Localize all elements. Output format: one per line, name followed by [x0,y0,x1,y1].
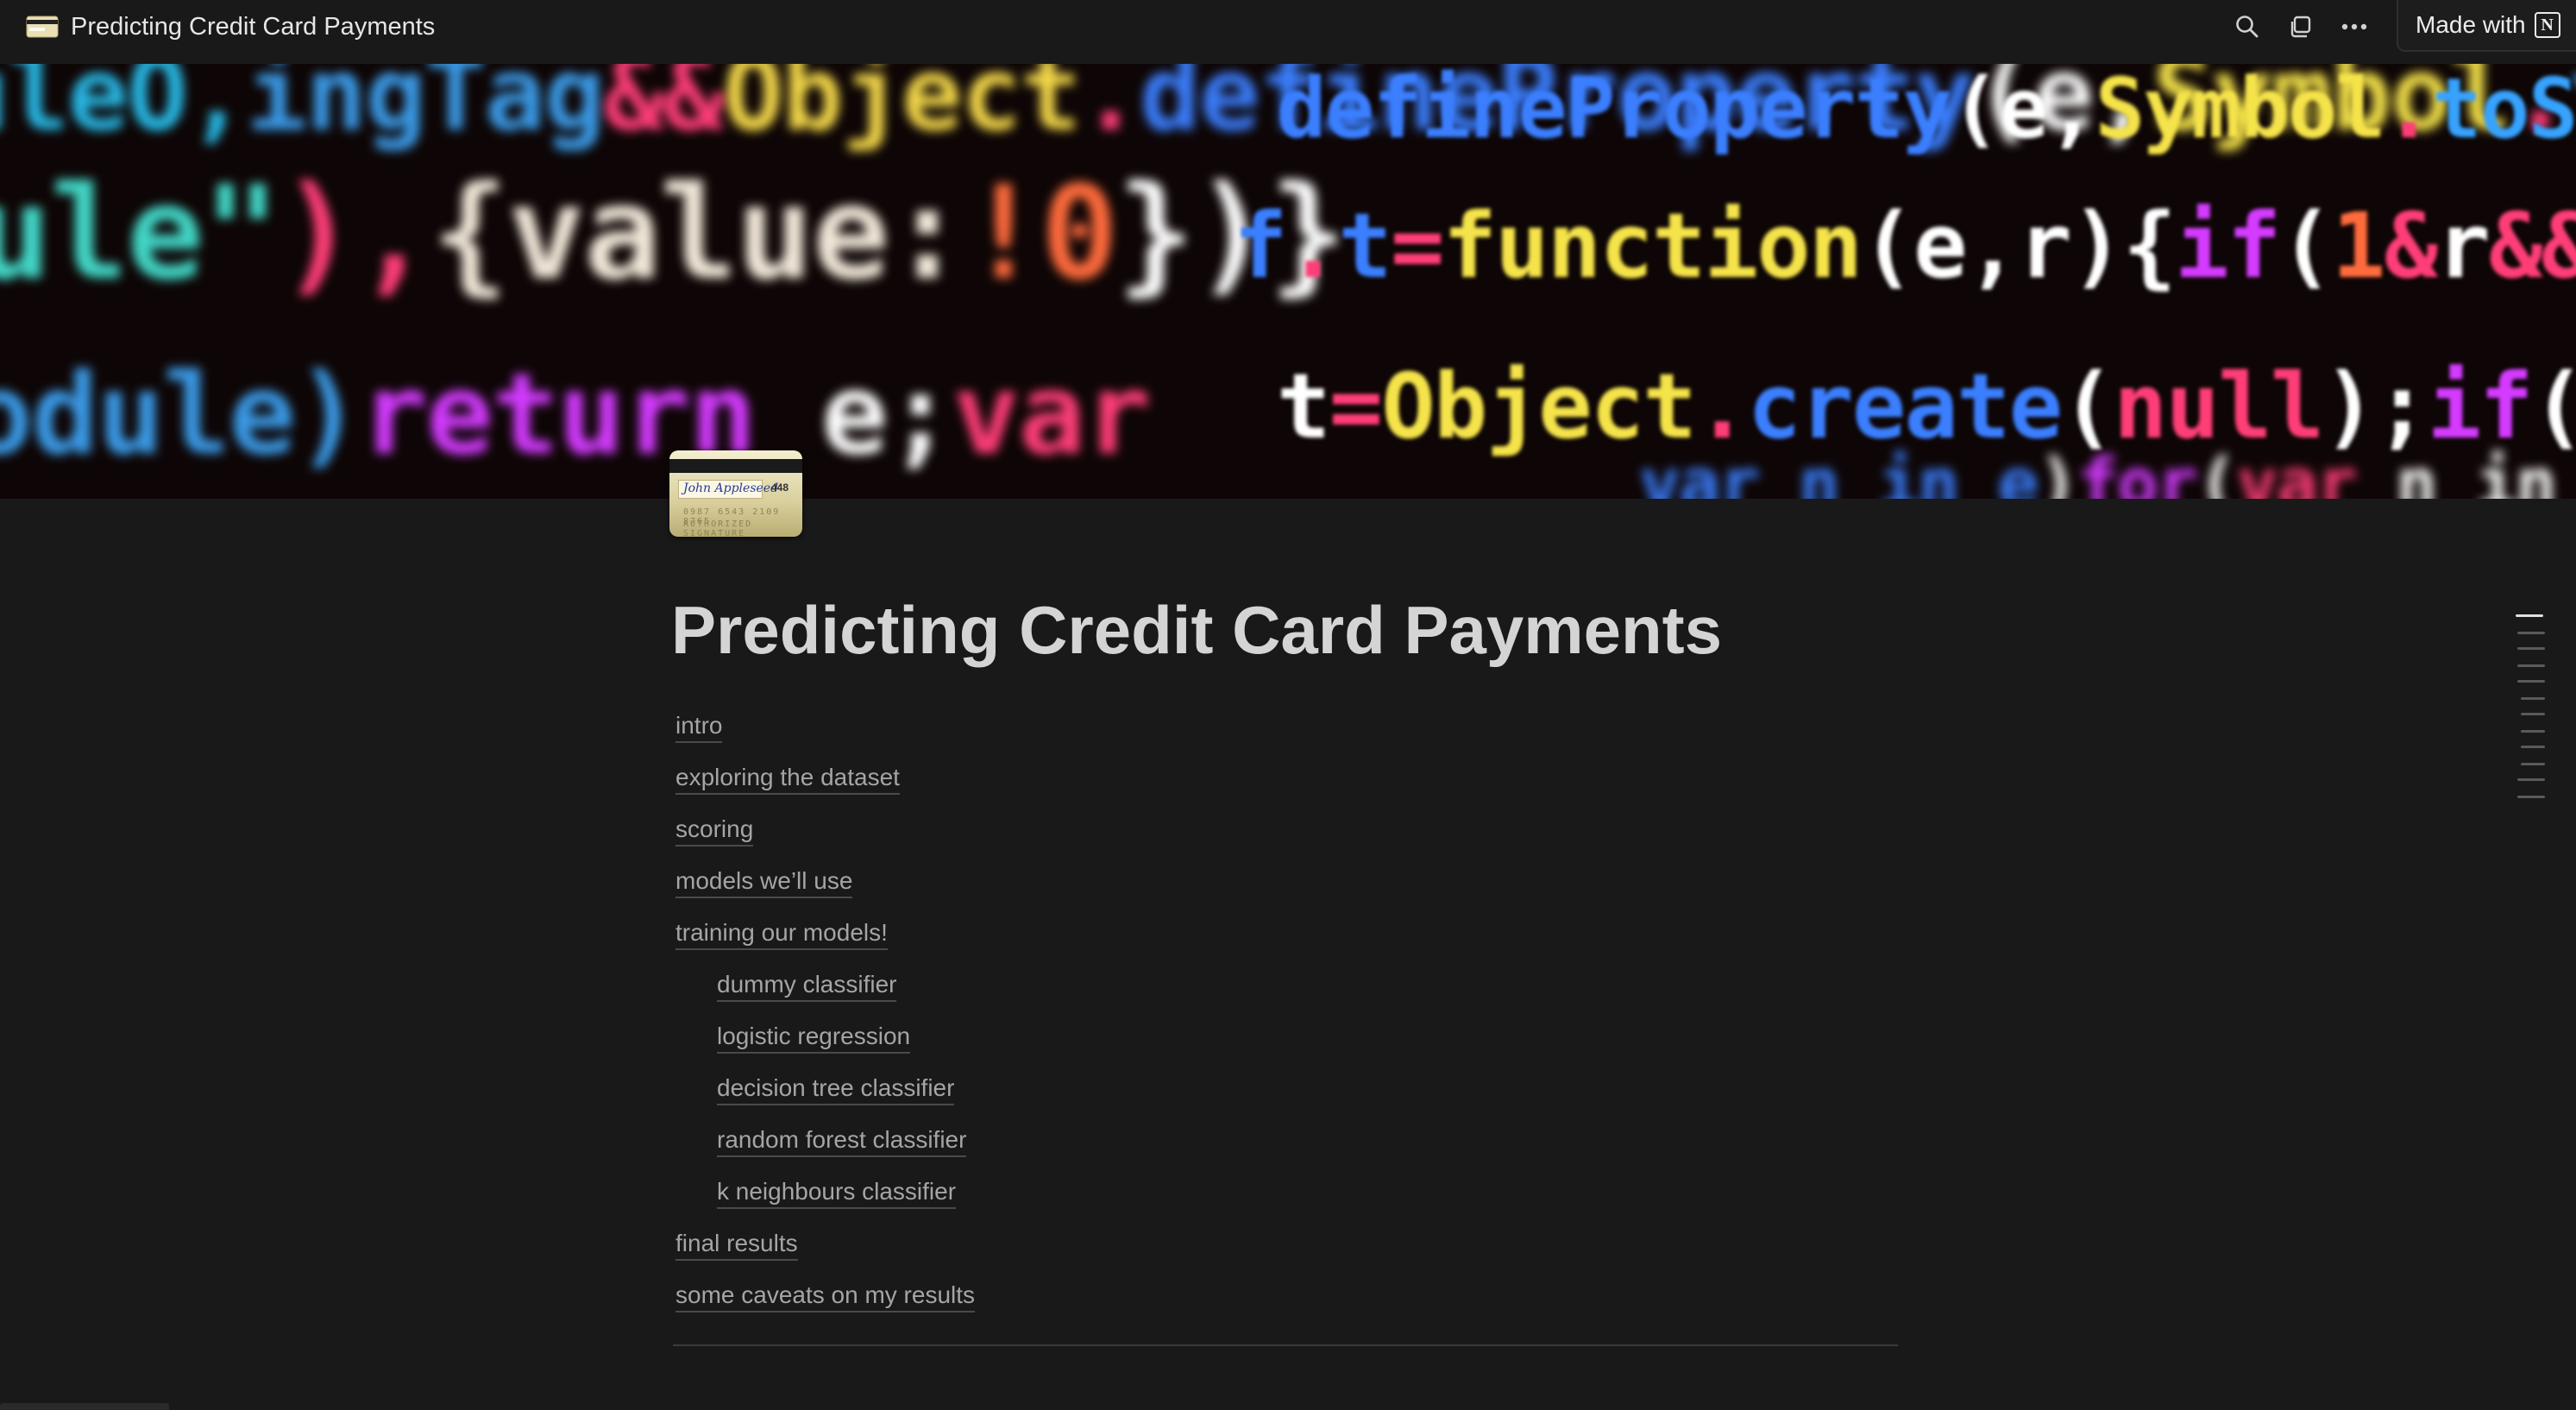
cover-code-line: defineProperty(e,Symbol.toStringTag{valu… [1277,64,2576,157]
cover-code-line: f.t=function(e,r){if(1&r&&(e=f(e)),8&rre… [1234,193,2576,299]
horizontal-scrollbar[interactable] [0,1403,169,1410]
toc-link[interactable]: dummy classifier [717,970,897,1002]
outline-marker[interactable] [2521,713,2545,715]
credit-card-icon [26,16,59,38]
card-caption: AUTHORIZED SIGNATURE [683,519,753,537]
outline-marker[interactable] [2517,778,2545,781]
cover-code-line: odule)return e;var [0,349,1152,480]
outline-marker[interactable] [2517,680,2545,683]
toc-link[interactable]: k neighbours classifier [717,1177,957,1209]
cover-code-line: var n in e)for(var n in e) [1639,444,2576,499]
card-cvv: 448 [771,482,789,494]
toc-link[interactable]: intro [675,711,723,743]
outline-marker[interactable] [2521,730,2545,733]
top-bar: Predicting Credit Card Payments Made wit… [0,0,2576,64]
toc-link[interactable]: scoring [675,815,754,847]
outline-marker[interactable] [2517,664,2545,667]
divider [673,1344,1898,1346]
made-with-notion-button[interactable]: Made with N [2397,0,2576,52]
toc-link[interactable]: exploring the dataset [675,763,900,795]
more-options-icon[interactable] [2334,7,2374,47]
outline-marker[interactable] [2517,796,2545,798]
notion-logo-icon: N [2534,12,2560,38]
toc-link[interactable]: logistic regression [717,1022,911,1054]
search-icon[interactable] [2227,7,2267,47]
page-icon-credit-card[interactable]: John Appleseed 448 0987 6543 2109 8765 A… [669,450,802,537]
outline-marker[interactable] [2521,697,2545,700]
outline-marker[interactable] [2521,746,2545,748]
toc-link[interactable]: random forest classifier [717,1125,967,1157]
toc-link[interactable]: training our models! [675,918,888,950]
duplicate-icon[interactable] [2280,7,2320,47]
outline-marker[interactable] [2517,647,2545,650]
toc-link[interactable]: final results [675,1229,798,1261]
outline-marker[interactable] [2521,763,2545,765]
outline-marker[interactable] [2517,632,2545,634]
outline-marker[interactable] [2516,614,2543,617]
toc-link[interactable]: models we’ll use [675,866,853,898]
toc-link[interactable]: some caveats on my results [675,1281,976,1312]
toc-link[interactable]: decision tree classifier [717,1073,955,1105]
cover-image: uleO,ingTag&&Object.defineProperty(e,Sym… [0,64,2576,499]
card-signature: John Appleseed [683,482,779,495]
card-magnetic-stripe [669,459,802,473]
page-title: Predicting Credit Card Payments [671,592,1722,668]
breadcrumb-page-title[interactable]: Predicting Credit Card Payments [71,11,435,42]
made-with-label: Made with [2416,11,2526,38]
cover-code-line: ule"),{value:!0})} [0,159,1348,309]
